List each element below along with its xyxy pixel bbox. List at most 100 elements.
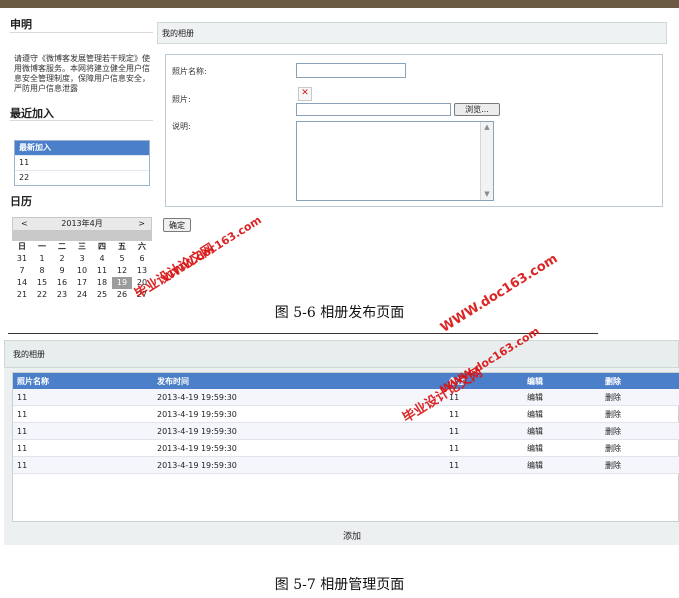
edit-link[interactable]: 编辑 [523,422,601,440]
calendar-weekday: 五 [118,242,126,251]
calendar-day[interactable]: 11 [92,265,112,277]
divider [10,120,153,121]
recent-heading: 最近加入 [10,107,54,120]
calendar-weekday: 三 [78,242,86,251]
publish-time-cell: 2013-4-19 19:59:30 [153,456,445,474]
remark-cell: 11 [445,456,523,474]
edit-link[interactable]: 编辑 [523,439,601,457]
calendar-day[interactable]: 31 [12,253,32,265]
divider [8,333,598,334]
calendar-day[interactable]: 21 [12,289,32,301]
recent-list-header: 最新加入 [15,141,149,155]
calendar-day[interactable]: 15 [32,277,52,289]
description-label: 说明: [172,122,191,131]
calendar-day[interactable]: 16 [52,277,72,289]
manage-title: 我的相册 [4,340,679,368]
calendar-prev-button[interactable]: < [21,218,28,230]
calendar-day[interactable]: 9 [52,265,72,277]
column-header: 编辑 [523,373,601,389]
broken-image-icon: ✕ [298,87,312,101]
recent-list-item[interactable]: 11 [15,155,149,170]
calendar-weekday: 日 [18,242,26,251]
calendar-day[interactable]: 19 [112,277,132,289]
calendar-day[interactable]: 22 [32,289,52,301]
publish-title: 我的相册 [157,22,667,44]
remark-cell: 11 [445,405,523,423]
table-row: 11 2013-4-19 19:59:30 11 编辑 删除 [13,456,679,474]
edit-link[interactable]: 编辑 [523,456,601,474]
table-header-row: 照片名称 发布时间 备注 编辑 删除 [13,373,679,389]
scrollbar[interactable]: ▲ ▼ [480,122,493,200]
notice-heading: 申明 [10,18,32,31]
calendar-header: < 2013年4月 > [12,217,152,231]
delete-link[interactable]: 删除 [601,422,679,440]
submit-button[interactable]: 确定 [163,218,191,232]
calendar-day[interactable]: 6 [132,253,152,265]
edit-link[interactable]: 编辑 [523,405,601,423]
top-banner-strip [0,0,679,8]
album-publish-screenshot: 申明 请遵守《微博客发展管理若干规定》使用微博客服务。本网将建立健全用户信息安全… [0,8,679,299]
calendar-band [12,231,152,241]
calendar-day[interactable]: 24 [72,289,92,301]
scroll-down-icon[interactable]: ▼ [481,189,493,200]
delete-link[interactable]: 删除 [601,439,679,457]
edit-link[interactable]: 编辑 [523,389,601,406]
column-header: 照片名称 [13,373,153,389]
description-textarea[interactable]: ▲ ▼ [296,121,494,201]
calendar-day[interactable]: 7 [12,265,32,277]
calendar-day[interactable]: 26 [112,289,132,301]
publish-main-panel: 我的相册 照片名称: 照片: ✕ 浏览... 说明: ▲ ▼ 确定 [157,22,667,252]
delete-link[interactable]: 删除 [601,389,679,406]
calendar-widget: < 2013年4月 > 日一二三四五六 31 1 2 3 4 5 6 7 8 9 10 11 12 13 14… [12,217,152,303]
remark-cell: 11 [445,422,523,440]
calendar-day[interactable]: 8 [32,265,52,277]
photo-name-cell: 11 [13,405,153,423]
delete-link[interactable]: 删除 [601,405,679,423]
calendar-day[interactable]: 10 [72,265,92,277]
calendar-day[interactable]: 4 [92,253,112,265]
file-path-input[interactable] [296,103,451,116]
browse-button[interactable]: 浏览... [454,103,500,116]
photo-name-input[interactable] [296,63,406,78]
calendar-day[interactable]: 23 [52,289,72,301]
table-row: 11 2013-4-19 19:59:30 11 编辑 删除 [13,389,679,406]
calendar-day[interactable]: 5 [112,253,132,265]
calendar-day[interactable]: 17 [72,277,92,289]
divider [10,32,153,33]
photo-name-cell: 11 [13,439,153,457]
notice-text: 请遵守《微博客发展管理若干规定》使用微博客服务。本网将建立健全用户信息安全管理制… [14,54,150,93]
photo-name-cell: 11 [13,389,153,406]
scroll-up-icon[interactable]: ▲ [481,122,493,133]
calendar-day[interactable]: 14 [12,277,32,289]
remark-cell: 11 [445,439,523,457]
calendar-day[interactable]: 18 [92,277,112,289]
calendar-weekday: 四 [98,242,106,251]
photo-name-cell: 11 [13,422,153,440]
album-manage-screenshot: 我的相册 照片名称 发布时间 备注 编辑 删除 11 2013-4-19 19:5… [4,340,679,545]
recent-list-item[interactable]: 22 [15,170,149,185]
table-row: 11 2013-4-19 19:59:30 11 编辑 删除 [13,422,679,440]
calendar-day[interactable]: 12 [112,265,132,277]
calendar-day[interactable]: 3 [72,253,92,265]
table-row: 11 2013-4-19 19:59:30 11 编辑 删除 [13,405,679,423]
figure-caption: 图 5-6 相册发布页面 [274,305,405,321]
photo-label: 照片: [172,95,191,104]
publish-time-cell: 2013-4-19 19:59:30 [153,389,445,406]
calendar-weekday: 六 [138,242,146,251]
publish-time-cell: 2013-4-19 19:59:30 [153,422,445,440]
album-table-container: 照片名称 发布时间 备注 编辑 删除 11 2013-4-19 19:59:30 1… [12,372,679,542]
figure-caption: 图 5-7 相册管理页面 [274,577,405,593]
calendar-day[interactable]: 1 [32,253,52,265]
table-row: 11 2013-4-19 19:59:30 11 编辑 删除 [13,439,679,457]
column-header: 删除 [601,373,679,389]
album-table: 照片名称 发布时间 备注 编辑 删除 11 2013-4-19 19:59:30 1… [13,373,679,474]
recent-list: 最新加入 11 22 [14,140,150,186]
calendar-day[interactable]: 25 [92,289,112,301]
publish-time-cell: 2013-4-19 19:59:30 [153,439,445,457]
add-link[interactable]: 添加 [343,529,361,542]
calendar-next-button[interactable]: > [138,218,145,230]
calendar-day[interactable]: 2 [52,253,72,265]
delete-link[interactable]: 删除 [601,456,679,474]
calendar-grid: 日一二三四五六 31 1 2 3 4 5 6 7 8 9 10 11 12 13 14 15 16 17 18 19 20… [12,241,152,301]
table-body: 11 2013-4-19 19:59:30 11 编辑 删除 11 2013-4-19 19… [13,389,679,474]
